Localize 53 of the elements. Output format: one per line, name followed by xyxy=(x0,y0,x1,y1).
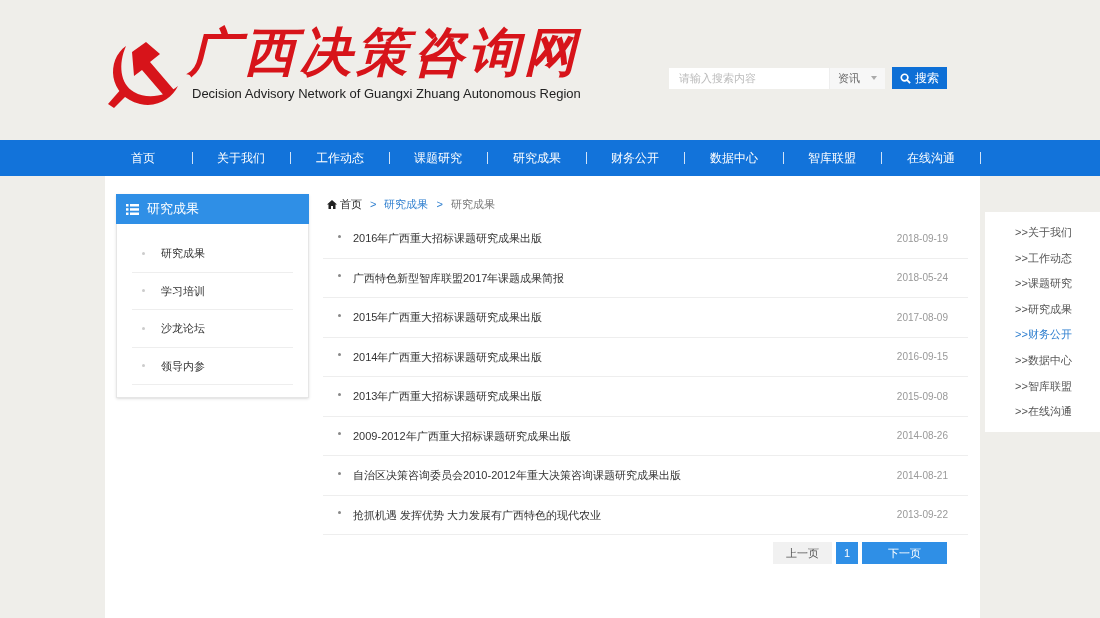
list-icon xyxy=(126,203,139,215)
article-link[interactable]: 抢抓机遇 发挥优势 大力发展有广西特色的现代农业 xyxy=(353,506,897,523)
prev-page-button[interactable]: 上一页 xyxy=(773,542,832,564)
home-icon xyxy=(327,199,337,209)
site-subtitle: Decision Advisory Network of Guangxi Zhuang Autonomous Region xyxy=(192,85,581,103)
article-link[interactable]: 2014年广西重大招标课题研究成果出版 xyxy=(353,348,897,365)
article-link[interactable]: 2016年广西重大招标课题研究成果出版 xyxy=(353,230,897,247)
article-link[interactable]: 2015年广西重大招标课题研究成果出版 xyxy=(353,309,897,326)
category-dropdown[interactable]: 资讯 xyxy=(829,67,885,89)
article-date: 2013-09-22 xyxy=(896,508,948,523)
nav-link[interactable]: 在线沟通 xyxy=(882,149,980,167)
quick-link[interactable]: >>课题研究 xyxy=(1015,271,1100,297)
article-link[interactable]: 2013年广西重大招标课题研究成果出版 xyxy=(353,388,897,405)
nav-link[interactable]: 财务公开 xyxy=(586,149,684,167)
article-date: 2017-08-09 xyxy=(896,310,948,325)
nav-link[interactable]: 工作动态 xyxy=(291,149,389,167)
nav-link[interactable]: 课题研究 xyxy=(389,149,487,167)
sidebar-item[interactable]: 沙龙论坛 xyxy=(132,310,293,348)
quick-link[interactable]: >>在线沟通 xyxy=(1015,399,1100,425)
quick-link[interactable]: >>关于我们 xyxy=(1015,220,1100,246)
search-field[interactable]: 请输入搜索内容 xyxy=(669,67,829,89)
article-date: 2016-09-15 xyxy=(896,350,948,365)
quick-link[interactable]: >>智库联盟 xyxy=(1015,373,1100,400)
nav-link[interactable]: 研究成果 xyxy=(488,149,586,167)
nav-link[interactable]: 首页 xyxy=(94,149,192,167)
site-title: 广西决策咨询网 xyxy=(188,22,581,82)
nav-link[interactable]: 关于我们 xyxy=(192,149,290,167)
sidebar-item[interactable]: 领导内参 xyxy=(132,347,293,385)
breadcrumb-link[interactable]: 研究成果 xyxy=(384,195,429,213)
sidebar-item[interactable]: 研究成果 xyxy=(132,235,293,273)
article-link[interactable]: 广西特色新型智库联盟2017年课题成果简报 xyxy=(353,269,897,286)
breadcrumb-separator: > xyxy=(436,196,443,212)
quick-link[interactable]: >>工作动态 xyxy=(1015,245,1100,272)
article-date: 2015-09-08 xyxy=(896,389,948,404)
article-date: 2014-08-21 xyxy=(896,468,948,483)
caret-icon xyxy=(871,76,877,80)
breadcrumb-current: 研究成果 xyxy=(450,196,495,212)
article-date: 2018-05-24 xyxy=(896,271,948,286)
quick-link[interactable]: >>财务公开 xyxy=(1015,322,1100,348)
article-date: 2014-08-26 xyxy=(896,429,948,444)
breadcrumb-link[interactable]: 首页 xyxy=(327,195,362,213)
quick-link[interactable]: >>数据中心 xyxy=(1015,347,1100,374)
quick-link[interactable]: >>研究成果 xyxy=(1015,296,1100,323)
breadcrumb-separator: > xyxy=(370,196,377,212)
search-button[interactable]: 搜索 xyxy=(892,67,947,89)
article-link[interactable]: 2009-2012年广西重大招标课题研究成果出版 xyxy=(353,427,897,444)
article-date: 2018-09-19 xyxy=(896,231,948,246)
nav-link[interactable]: 智库联盟 xyxy=(783,149,881,167)
article-link[interactable]: 自治区决策咨询委员会2010-2012年重大决策咨询课题研究成果出版 xyxy=(353,467,897,484)
sidebar-item[interactable]: 学习培训 xyxy=(132,272,293,310)
sidebar-title: 研究成果 xyxy=(147,200,199,219)
search-icon xyxy=(900,72,911,84)
nav-link[interactable]: 数据中心 xyxy=(685,149,783,167)
